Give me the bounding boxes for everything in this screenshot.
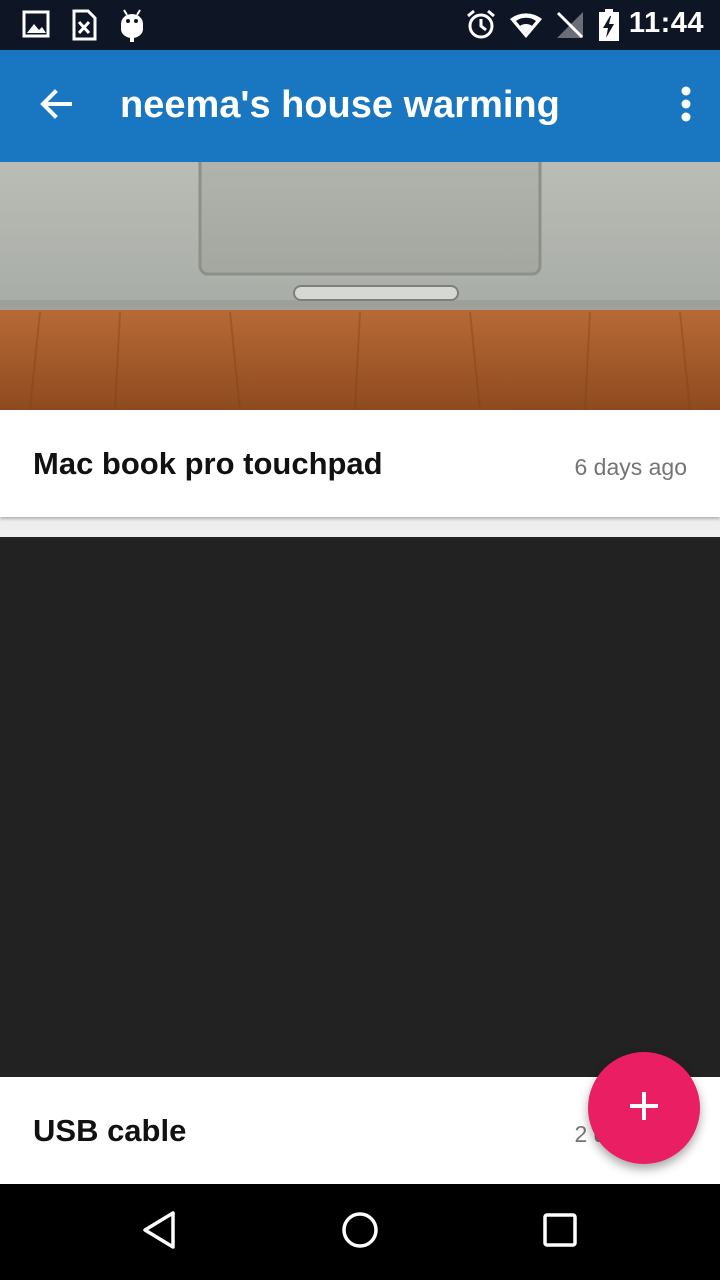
status-bar: 11:44 [0, 0, 720, 50]
back-button[interactable] [22, 72, 90, 140]
nav-recents-button[interactable] [530, 1202, 590, 1262]
more-vert-icon [680, 86, 692, 127]
nav-back-button[interactable] [130, 1202, 190, 1262]
item-title: Mac book pro touchpad [33, 446, 383, 481]
overflow-menu-button[interactable] [666, 78, 706, 134]
no-signal-icon [555, 10, 585, 45]
recents-square-icon [540, 1210, 580, 1255]
back-triangle-icon [140, 1210, 180, 1255]
alarm-icon [465, 8, 497, 47]
page-title: neema's house warming [120, 84, 560, 126]
wifi-icon [508, 10, 544, 45]
sim-card-off-icon [70, 9, 98, 46]
image-icon [22, 9, 50, 44]
home-circle-icon [340, 1210, 380, 1255]
screen: 11:44 neema's house warming Mac book pro… [0, 0, 720, 1280]
list-item[interactable]: Mac book pro touchpad 6 days ago [0, 410, 720, 517]
plus-icon [628, 1090, 660, 1127]
item-title: USB cable [33, 1113, 187, 1148]
item-timestamp: 6 days ago [574, 454, 687, 480]
battery-charging-icon [597, 8, 621, 47]
nav-home-button[interactable] [330, 1202, 390, 1262]
status-time: 11:44 [628, 7, 704, 39]
item-photo-usb-cable[interactable] [0, 537, 720, 1077]
add-item-button[interactable] [588, 1052, 700, 1164]
item-photo-touchpad[interactable] [0, 162, 720, 410]
app-bar: neema's house warming [0, 50, 720, 162]
arrow-back-icon [38, 86, 74, 127]
navigation-bar [0, 1184, 720, 1280]
android-icon [118, 8, 146, 47]
